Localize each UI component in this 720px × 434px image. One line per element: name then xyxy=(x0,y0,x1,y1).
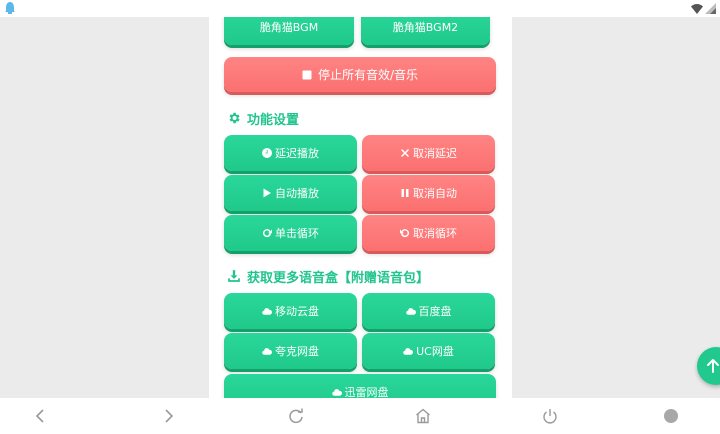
download-section-title: 获取更多语音盒【附赠语音包】 xyxy=(227,267,430,286)
baidu-pan-label: 百度盘 xyxy=(418,305,452,318)
home-button[interactable] xyxy=(413,406,433,426)
circle-button[interactable] xyxy=(661,406,681,426)
bgm2-button[interactable]: 脆角猫BGM2 xyxy=(361,17,490,45)
back-icon xyxy=(35,409,44,423)
auto-play-button[interactable]: 自动播放 xyxy=(224,175,357,211)
status-bar xyxy=(0,0,720,17)
cancel-delay-button[interactable]: 取消延迟 xyxy=(362,135,495,171)
delay-play-button[interactable]: 延迟播放 xyxy=(224,135,357,171)
refresh-button[interactable] xyxy=(286,406,306,426)
undo-icon xyxy=(400,229,409,238)
arrow-up-icon xyxy=(707,359,719,373)
stop-all-label: 停止所有音效/音乐 xyxy=(317,68,419,82)
bgm1-button[interactable]: 脆角猫BGM xyxy=(224,17,354,45)
uc-pan-button[interactable]: UC网盘 xyxy=(362,333,495,369)
uc-pan-label: UC网盘 xyxy=(416,345,454,358)
pause-icon xyxy=(401,189,409,197)
quark-pan-button[interactable]: 夸克网盘 xyxy=(224,333,357,369)
download-section-label: 获取更多语音盒【附赠语音包】 xyxy=(247,270,430,286)
cancel-loop-button[interactable]: 取消循环 xyxy=(362,215,495,251)
cloud-icon xyxy=(331,389,342,396)
stop-icon xyxy=(302,70,312,79)
quark-pan-label: 夸克网盘 xyxy=(275,345,319,358)
cloud-icon xyxy=(262,348,272,355)
baidu-pan-button[interactable]: 百度盘 xyxy=(362,293,495,329)
bgm1-label: 脆角猫BGM xyxy=(259,21,319,34)
cloud-icon xyxy=(405,308,416,315)
cancel-auto-button[interactable]: 取消自动 xyxy=(362,175,495,211)
mobile-cloud-button[interactable]: 移动云盘 xyxy=(224,293,357,329)
click-loop-label: 单击循环 xyxy=(275,227,319,240)
wifi-icon xyxy=(691,3,703,14)
bgm2-label: 脆角猫BGM2 xyxy=(392,21,459,34)
xunlei-pan-label: 迅雷网盘 xyxy=(344,386,389,398)
back-button[interactable] xyxy=(31,406,51,426)
function-settings-label: 功能设置 xyxy=(247,112,300,128)
power-button[interactable] xyxy=(540,406,560,426)
home-icon xyxy=(416,408,430,424)
power-icon xyxy=(543,409,557,424)
content-card: 脆角猫BGM 脆角猫BGM2 停止所有音效/音乐 功能设置 延迟播放 取消延迟 … xyxy=(209,17,512,398)
play-icon xyxy=(263,188,271,198)
app-notification-icon xyxy=(5,2,15,14)
cancel-loop-label: 取消循环 xyxy=(413,227,457,240)
cancel-delay-label: 取消延迟 xyxy=(413,147,457,160)
status-icons xyxy=(691,2,716,15)
mobile-cloud-label: 移动云盘 xyxy=(275,305,319,318)
function-settings-title: 功能设置 xyxy=(227,109,300,128)
auto-play-label: 自动播放 xyxy=(275,187,319,200)
xunlei-pan-button[interactable]: 迅雷网盘 xyxy=(224,374,496,398)
delay-play-label: 延迟播放 xyxy=(275,147,319,160)
gear-icon xyxy=(229,112,240,124)
navigation-bar xyxy=(0,398,720,434)
redo-icon xyxy=(263,229,272,238)
cloud-icon xyxy=(262,308,272,315)
close-icon xyxy=(401,149,409,157)
stop-all-button[interactable]: 停止所有音效/音乐 xyxy=(224,57,496,92)
refresh-icon xyxy=(289,408,303,424)
cloud-icon xyxy=(403,348,414,355)
click-loop-button[interactable]: 单击循环 xyxy=(224,215,357,251)
download-icon xyxy=(228,270,240,282)
forward-button[interactable] xyxy=(158,406,178,426)
forward-icon xyxy=(165,409,174,423)
circle-icon xyxy=(664,409,678,423)
back-to-top-button[interactable] xyxy=(697,347,720,385)
signal-icon xyxy=(705,3,716,14)
clock-icon xyxy=(262,148,272,158)
cancel-auto-label: 取消自动 xyxy=(413,187,457,200)
